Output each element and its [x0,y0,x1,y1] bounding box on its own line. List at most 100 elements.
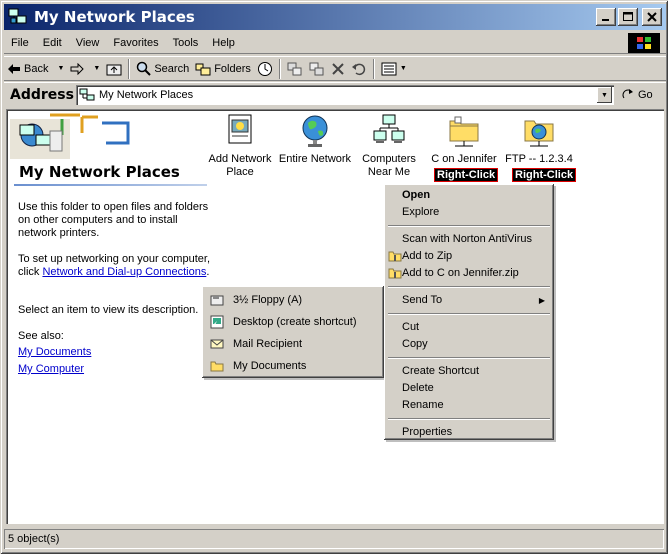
menu-delete[interactable]: Delete [387,380,551,397]
toolbar-separator [278,58,281,79]
undo-icon [351,63,365,75]
menu-copy[interactable]: Copy [387,336,551,353]
standard-toolbar: Back ▼ ▼ Search Folders ▼ [4,56,666,81]
menu-separator [388,286,550,288]
history-button[interactable] [254,58,276,80]
item-ftp[interactable]: FTP -- 1.2.3.4 [501,113,577,166]
delete-button[interactable] [328,58,348,80]
views-button[interactable]: ▼ [378,58,410,80]
address-value: My Network Places [99,89,194,101]
copy-to-icon [309,62,324,75]
item-entire-network[interactable]: Entire Network [277,113,353,166]
floppy-icon [210,293,224,307]
chevron-down-icon: ▼ [399,65,407,72]
explorer-window: My Network Places File Edit View Favorit… [0,0,668,554]
menu-explore[interactable]: Explore [387,204,551,221]
menu-tools[interactable]: Tools [166,33,206,53]
see-also-label: See also: [18,330,64,342]
add-network-place-icon [223,113,257,149]
menu-add-to-zip[interactable]: Add to Zip [387,248,551,265]
search-button[interactable]: Search [133,58,192,80]
item-label: Add Network Place [208,153,272,178]
menu-add-to-zip-label: Add to Zip [402,250,453,262]
back-dropdown[interactable]: ▼ [51,58,67,80]
item-label: C on Jennifer [431,153,497,165]
menu-separator [388,225,550,227]
panel-description: Use this folder to open files and folder… [18,201,209,239]
forward-button[interactable] [67,58,87,80]
network-folder-icon [447,113,481,149]
sendto-label: Mail Recipient [233,338,303,350]
menu-separator [388,313,550,315]
address-dropdown-button[interactable]: ▼ [597,87,612,103]
menu-rename[interactable]: Rename [387,397,551,414]
title-bar[interactable]: My Network Places [4,4,666,30]
move-to-button[interactable] [284,58,306,80]
back-button[interactable]: Back [4,58,51,80]
address-bar: Address My Network Places ▼ Go [4,82,666,106]
item-c-on-jennifer[interactable]: C on Jennifer [426,113,502,166]
item-label: Computers Near Me [362,153,416,178]
back-label: Back [24,62,49,75]
menu-add-to-named-zip-label: Add to C on Jennifer.zip [402,267,519,279]
go-label: Go [638,89,653,101]
menu-add-to-named-zip[interactable]: Add to C on Jennifer.zip [387,265,551,282]
webview-info-panel: My Network Places Use this folder to ope… [6,109,211,524]
context-menu: Open Explore Scan with Norton AntiVirus … [384,184,554,440]
maximize-icon [623,12,633,21]
sendto-floppy[interactable]: 3½ Floppy (A) [205,289,381,311]
forward-dropdown[interactable]: ▼ [87,58,103,80]
up-folder-button[interactable] [103,58,125,80]
menu-favorites[interactable]: Favorites [106,33,165,53]
panel-setup-text: To set up networking on your computer, c… [18,253,213,279]
sendto-label: Desktop (create shortcut) [233,316,357,328]
up-folder-icon [106,64,122,75]
chevron-down-icon: ▼ [601,91,608,99]
menu-create-shortcut[interactable]: Create Shortcut [387,363,551,380]
network-places-icon [79,88,95,101]
menu-scan-antivirus[interactable]: Scan with Norton AntiVirus [387,231,551,248]
chevron-down-icon: ▼ [93,65,101,72]
menu-file[interactable]: File [4,33,36,53]
folders-label: Folders [214,62,251,75]
window-title: My Network Places [34,8,195,26]
folders-button[interactable]: Folders [192,58,254,80]
undo-button[interactable] [348,58,370,80]
menu-view[interactable]: View [69,33,107,53]
address-input[interactable]: My Network Places ▼ [76,85,614,105]
item-computers-near-me[interactable]: Computers Near Me [351,113,427,179]
menu-open[interactable]: Open [387,187,551,204]
menu-help[interactable]: Help [205,33,242,53]
sendto-mail-recipient[interactable]: Mail Recipient [205,333,381,355]
close-icon [647,12,657,22]
views-icon [381,62,397,75]
folder-icon [210,359,224,373]
sendto-my-documents[interactable]: My Documents [205,355,381,377]
my-computer-link[interactable]: My Computer [18,363,84,376]
sendto-label: My Documents [233,360,307,372]
delete-icon [332,62,344,75]
my-documents-link[interactable]: My Documents [18,346,91,359]
forward-arrow-icon [70,62,85,75]
back-arrow-icon [8,63,20,74]
minimize-button[interactable] [596,8,616,26]
menu-send-to[interactable]: Send To ▶ [387,292,551,309]
menu-edit[interactable]: Edit [36,33,69,53]
sendto-desktop[interactable]: Desktop (create shortcut) [205,311,381,333]
menu-cut[interactable]: Cut [387,319,551,336]
mail-icon [210,337,224,351]
search-icon [137,61,152,76]
copy-to-button[interactable] [306,58,328,80]
windows-logo-icon [628,33,660,53]
close-button[interactable] [642,8,662,26]
address-label: Address [10,86,74,103]
go-button[interactable]: Go [622,85,653,105]
item-label: FTP -- 1.2.3.4 [505,153,573,165]
menu-separator [388,357,550,359]
menu-properties[interactable]: Properties [387,424,551,441]
network-connections-link[interactable]: Network and Dial-up Connections [42,266,206,278]
maximize-button[interactable] [618,8,638,26]
sendto-label: 3½ Floppy (A) [233,294,303,306]
item-add-network-place[interactable]: Add Network Place [202,113,278,179]
chevron-right-icon: ▶ [538,296,545,305]
